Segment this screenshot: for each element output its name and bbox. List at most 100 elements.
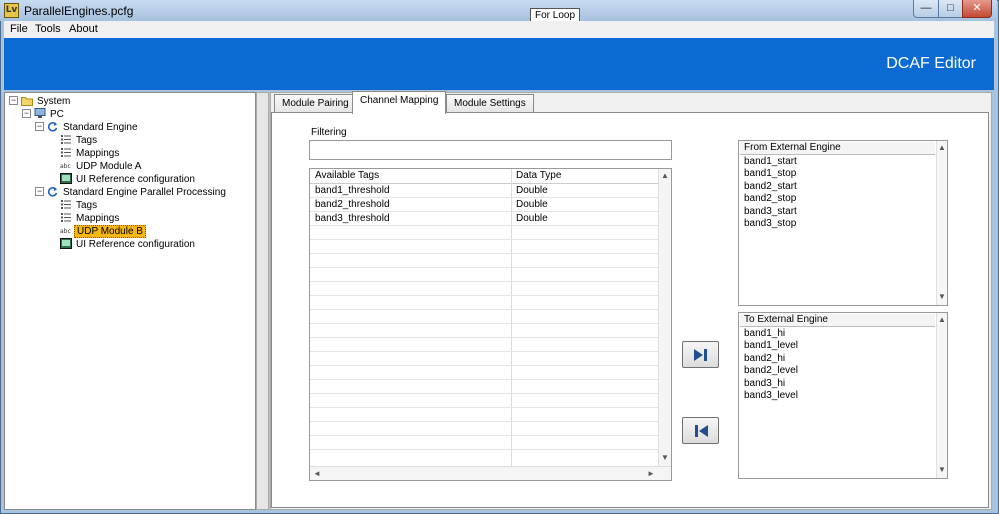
scroll-up-icon[interactable]: ▲ [661, 171, 669, 181]
mappings-icon [60, 212, 72, 223]
tree-label: PC [50, 109, 64, 120]
table-row[interactable]: band1_threshold Double [310, 184, 658, 198]
tags-list-icon [60, 134, 72, 145]
tag-name-cell: band3_threshold [315, 213, 390, 224]
ui-reference-icon [60, 238, 72, 249]
move-right-button[interactable] [682, 341, 719, 368]
to-external-engine-list[interactable]: To External Engine band1_hi band1_level … [738, 312, 948, 479]
tree-item-parallel-engine[interactable]: − Standard Engine Parallel Processing [35, 186, 228, 199]
table-header: Available Tags Data Type [310, 169, 658, 184]
tree-item-tags[interactable]: Tags [60, 199, 99, 212]
table-row[interactable]: band3_threshold Double [310, 212, 658, 226]
collapse-icon[interactable]: − [22, 109, 31, 118]
from-external-engine-list[interactable]: From External Engine band1_start band1_s… [738, 140, 948, 306]
list-item[interactable]: band2_level [744, 365, 798, 377]
list-item[interactable]: band3_hi [744, 378, 785, 390]
tree-label: Mappings [76, 148, 120, 159]
collapse-icon[interactable]: − [35, 122, 44, 131]
empty-row [310, 352, 658, 366]
mappings-icon [60, 147, 72, 158]
empty-row [310, 310, 658, 324]
empty-row [310, 254, 658, 268]
tree-label: Standard Engine Parallel Processing [63, 187, 226, 198]
tree-item-mappings[interactable]: Mappings [60, 147, 121, 160]
empty-row [310, 324, 658, 338]
list-item[interactable]: band2_start [744, 181, 797, 193]
scroll-up-icon[interactable]: ▲ [938, 143, 946, 153]
empty-row [310, 282, 658, 296]
list-item[interactable]: band2_stop [744, 193, 796, 205]
empty-row [310, 436, 658, 450]
system-tree[interactable]: − System − PC − Standard Engine Tags Mappin… [4, 92, 256, 510]
column-header-type[interactable]: Data Type [516, 169, 561, 183]
list-item[interactable]: band1_start [744, 156, 797, 168]
empty-row [310, 338, 658, 352]
data-type-cell: Double [516, 185, 548, 196]
scroll-left-icon[interactable]: ◄ [313, 469, 321, 479]
scroll-down-icon[interactable]: ▼ [938, 465, 946, 475]
scroll-down-icon[interactable]: ▼ [938, 292, 946, 302]
empty-row [310, 422, 658, 436]
skip-forward-icon [693, 348, 707, 361]
table-vertical-scrollbar[interactable]: ▲ ▼ [658, 169, 671, 466]
collapse-icon[interactable]: − [9, 96, 18, 105]
tree-label: Tags [76, 200, 98, 211]
tree-item-udp-module-a[interactable]: abc UDP Module A [60, 160, 143, 173]
list-item[interactable]: band3_start [744, 206, 797, 218]
tag-name-cell: band2_threshold [315, 199, 390, 210]
tab-module-settings[interactable]: Module Settings [446, 94, 534, 113]
svg-text:abc: abc [60, 163, 71, 170]
list-item[interactable]: band1_hi [744, 328, 785, 340]
app-icon: Lv [4, 3, 19, 18]
tree-label-selected: UDP Module B [74, 225, 146, 238]
menu-about[interactable]: About [69, 22, 98, 36]
menu-file[interactable]: File [10, 22, 28, 36]
menu-tools[interactable]: Tools [35, 22, 61, 36]
list-header: To External Engine [740, 314, 935, 327]
udp-module-icon: abc [60, 225, 72, 236]
banner-title: DCAF Editor [886, 55, 976, 72]
list-item[interactable]: band1_level [744, 340, 798, 352]
window-title: ParallelEngines.pcfg [24, 4, 134, 18]
tree-scrollbar[interactable] [256, 92, 269, 510]
table-row[interactable]: band2_threshold Double [310, 198, 658, 212]
tree-item-mappings[interactable]: Mappings [60, 212, 121, 225]
title-bar[interactable]: Lv ParallelEngines.pcfg — □ ✕ [0, 0, 997, 21]
filter-label: Filtering [311, 127, 347, 138]
column-header-tags[interactable]: Available Tags [315, 169, 379, 183]
engine-refresh-icon [47, 121, 59, 132]
empty-row [310, 380, 658, 394]
tree-item-standard-engine[interactable]: − Standard Engine [35, 121, 140, 134]
available-tags-table[interactable]: Available Tags Data Type band1_threshold… [309, 168, 672, 481]
data-type-cell: Double [516, 213, 548, 224]
computer-icon [34, 108, 46, 119]
list-item[interactable]: band2_hi [744, 353, 785, 365]
tab-module-pairing[interactable]: Module Pairing [274, 94, 357, 113]
tab-channel-mapping[interactable]: Channel Mapping [352, 91, 447, 114]
move-left-button[interactable] [682, 417, 719, 444]
filter-input[interactable] [309, 140, 672, 160]
scroll-down-icon[interactable]: ▼ [661, 453, 669, 463]
list-scrollbar[interactable]: ▲ ▼ [936, 141, 947, 305]
table-horizontal-scrollbar[interactable]: ◄ ► [310, 466, 671, 480]
tree-label: UI Reference configuration [76, 174, 195, 185]
tree-item-tags[interactable]: Tags [60, 134, 99, 147]
tree-item-ui-reference[interactable]: UI Reference configuration [60, 173, 197, 186]
list-scrollbar[interactable]: ▲ ▼ [936, 313, 947, 478]
list-item[interactable]: band3_stop [744, 218, 796, 230]
tree-item-pc[interactable]: − PC [22, 108, 66, 121]
tree-item-ui-reference[interactable]: UI Reference configuration [60, 238, 197, 251]
scroll-up-icon[interactable]: ▲ [938, 315, 946, 325]
udp-module-icon: abc [60, 160, 72, 171]
tree-item-udp-module-b[interactable]: abc UDP Module B [60, 225, 146, 238]
list-item[interactable]: band1_stop [744, 168, 796, 180]
scroll-right-icon[interactable]: ► [647, 469, 655, 479]
list-item[interactable]: band3_level [744, 390, 798, 402]
maximize-button[interactable]: □ [938, 0, 963, 18]
close-button[interactable]: ✕ [962, 0, 992, 18]
minimize-button[interactable]: — [913, 0, 939, 18]
collapse-icon[interactable]: − [35, 187, 44, 196]
menu-bar: File Tools About [4, 21, 994, 38]
tree-item-system[interactable]: − System [9, 95, 72, 108]
tag-name-cell: band1_threshold [315, 185, 390, 196]
